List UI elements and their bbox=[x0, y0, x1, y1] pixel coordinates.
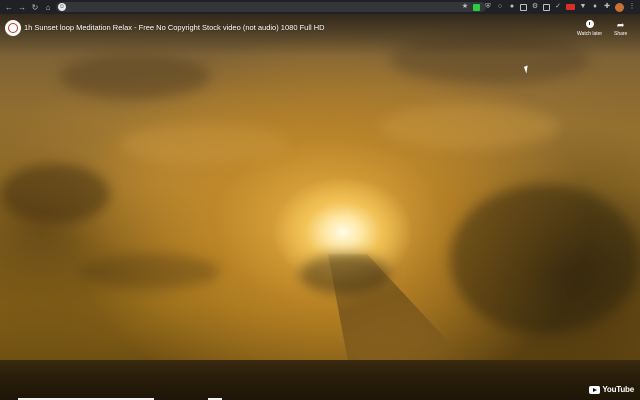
funnel-extension-icon[interactable]: ▼ bbox=[579, 3, 587, 11]
share-arrow-icon: ➦ bbox=[616, 20, 625, 30]
youtube-logo-text: YouTube bbox=[602, 385, 634, 394]
watch-later-button[interactable]: Watch later bbox=[577, 20, 602, 38]
watch-later-label: Watch later bbox=[577, 31, 603, 37]
extensions-area: ★ ⛨ ○ ● ⚙ ✓ ▼ ♦ ✚ ⋮ bbox=[461, 2, 636, 12]
puzzle-extensions-icon[interactable]: ✚ bbox=[603, 3, 611, 11]
bell-extension-icon[interactable]: ♦ bbox=[591, 3, 599, 11]
channel-logo-icon bbox=[8, 23, 18, 33]
cloud bbox=[60, 54, 210, 99]
red-extension-icon[interactable] bbox=[566, 4, 575, 10]
site-info-icon[interactable]: ☺ bbox=[58, 3, 66, 11]
menu-kebab-icon[interactable]: ⋮ bbox=[628, 3, 636, 11]
check-extension-icon[interactable]: ✓ bbox=[554, 3, 562, 11]
back-icon[interactable]: ← bbox=[3, 1, 15, 13]
dot-extension-icon[interactable]: ● bbox=[508, 3, 516, 11]
reload-icon[interactable]: ↻ bbox=[29, 1, 41, 13]
window-extension-icon[interactable] bbox=[543, 3, 550, 11]
share-button[interactable]: ➦ Share bbox=[614, 20, 627, 38]
bookmark-star-icon[interactable]: ★ bbox=[461, 3, 469, 11]
clock-icon bbox=[585, 20, 594, 28]
youtube-logo[interactable]: YouTube bbox=[589, 385, 634, 394]
channel-avatar[interactable] bbox=[5, 20, 21, 36]
home-icon[interactable]: ⌂ bbox=[42, 1, 54, 13]
green-extension-icon[interactable] bbox=[473, 3, 480, 11]
cloud bbox=[120, 124, 290, 164]
cloud bbox=[380, 104, 560, 149]
address-bar[interactable]: ☺ bbox=[56, 2, 486, 12]
square-extension-icon[interactable] bbox=[520, 3, 527, 11]
browser-toolbar: ← → ↻ ⌂ ☺ ★ ⛨ ○ ● ⚙ ✓ ▼ ♦ ✚ ⋮ bbox=[0, 0, 640, 14]
circle-extension-icon[interactable]: ○ bbox=[496, 3, 504, 11]
profile-avatar[interactable] bbox=[615, 2, 624, 12]
share-label: Share bbox=[614, 31, 628, 37]
cloud bbox=[0, 164, 110, 224]
gear-extension-icon[interactable]: ⚙ bbox=[531, 3, 539, 11]
forward-icon[interactable]: → bbox=[16, 1, 28, 13]
sea-horizon bbox=[0, 360, 640, 400]
title-overlay bbox=[0, 14, 640, 56]
youtube-play-icon bbox=[589, 385, 601, 394]
cloud bbox=[80, 254, 220, 289]
cloud bbox=[450, 184, 640, 334]
shield-extension-icon[interactable]: ⛨ bbox=[484, 3, 492, 11]
video-player[interactable]: 1h Sunset loop Meditation Relax - Free N… bbox=[0, 14, 640, 400]
video-title[interactable]: 1h Sunset loop Meditation Relax - Free N… bbox=[24, 23, 325, 32]
